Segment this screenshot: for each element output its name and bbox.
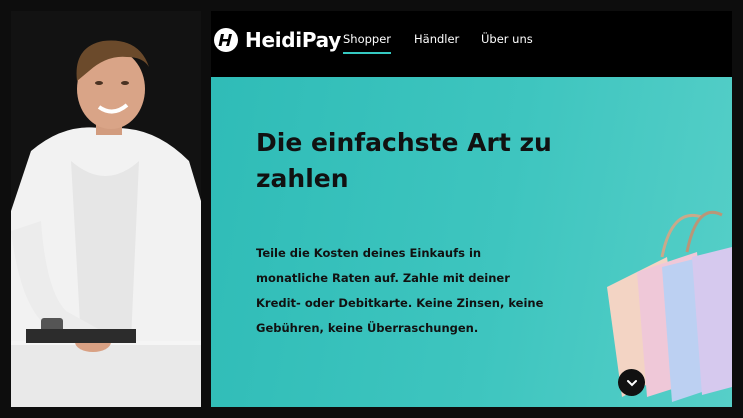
top-navigation: HeidiPay Shopper Händler Über uns <box>211 11 732 77</box>
chevron-down-icon <box>626 379 637 386</box>
hero-title: Die einfachste Art zu zahlen <box>256 128 552 193</box>
website-frame: HeidiPay Shopper Händler Über uns Die ei… <box>211 11 732 407</box>
scroll-down-button[interactable] <box>618 369 645 396</box>
hero-description: Teile die Kosten deines Einkaufs in mona… <box>256 246 544 335</box>
portrait-photo <box>11 11 201 407</box>
nav-item-haendler[interactable]: Händler <box>414 32 459 46</box>
hero-section: Die einfachste Art zu zahlen Teile die K… <box>211 77 732 407</box>
nav-item-ueber-uns[interactable]: Über uns <box>481 32 533 46</box>
nav-item-shopper[interactable]: Shopper <box>343 32 392 54</box>
heidipay-logo-icon <box>214 28 238 52</box>
shopping-bags-image <box>607 210 732 402</box>
brand-logo[interactable]: HeidiPay <box>214 28 341 52</box>
brand-name: HeidiPay <box>245 28 341 52</box>
